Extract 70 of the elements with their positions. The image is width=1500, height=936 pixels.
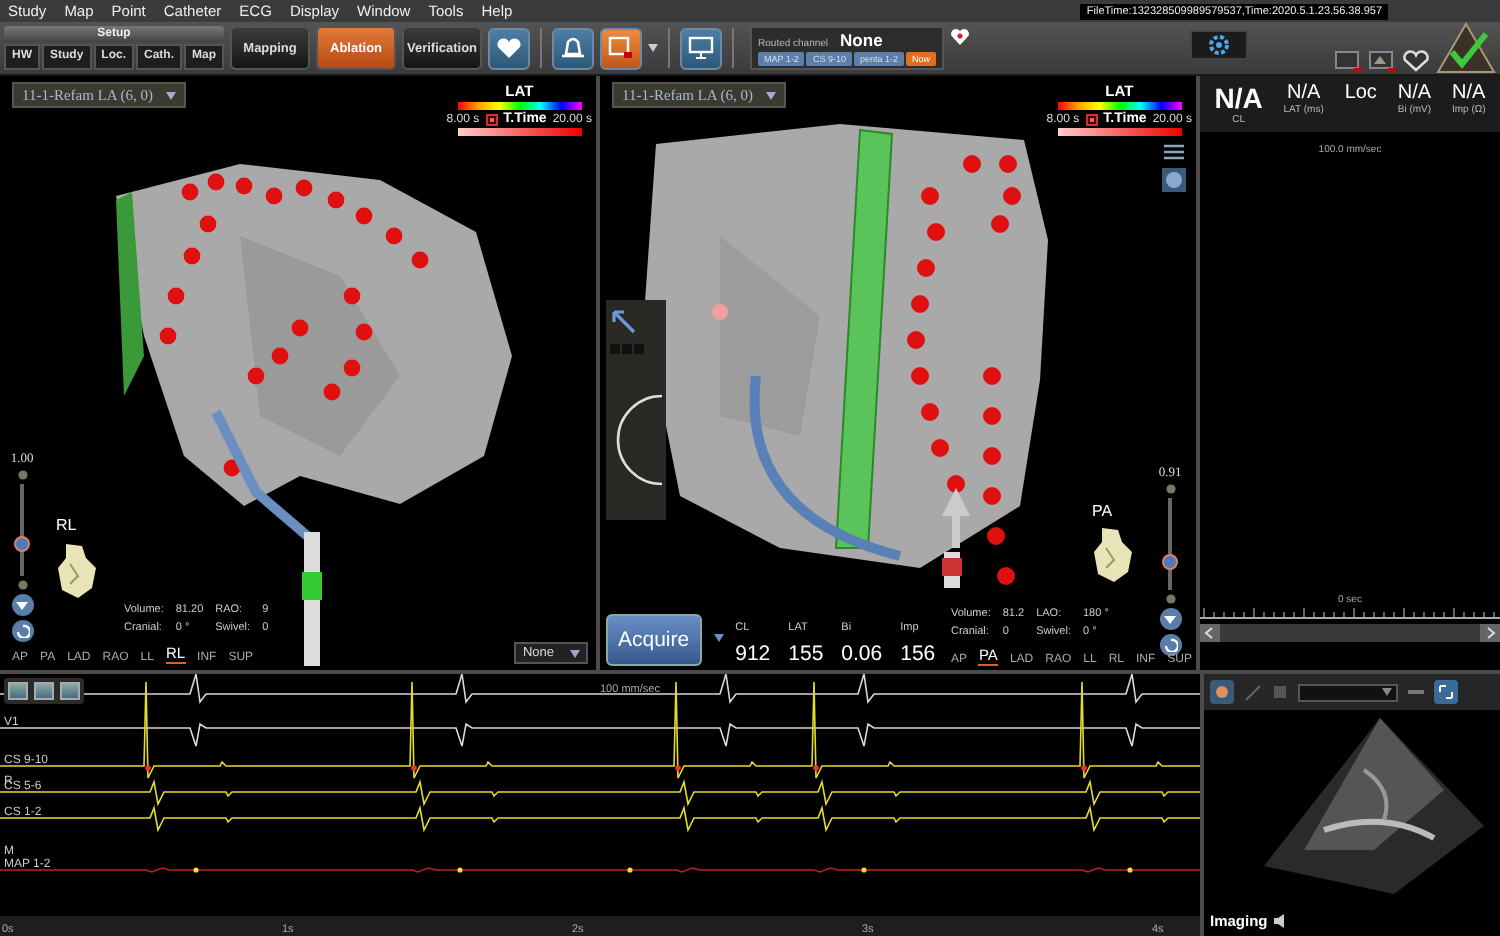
annotation-dot <box>1081 765 1087 771</box>
routed-channel-value: None <box>840 30 883 50</box>
acquire-button[interactable]: Acquire <box>606 614 702 666</box>
slider-thumb[interactable] <box>1162 554 1178 571</box>
settings-button[interactable] <box>1190 30 1248 60</box>
readout-value: N/A <box>1286 82 1321 104</box>
rotate-icon <box>15 624 29 638</box>
annotation-dot <box>1127 867 1133 873</box>
collapse-button[interactable] <box>11 594 33 616</box>
measurement-value: 156 <box>900 642 936 666</box>
bell-icon <box>560 36 587 60</box>
annotation-dot <box>861 867 867 873</box>
list-icon[interactable] <box>1162 144 1186 160</box>
time-scale-bar <box>1057 128 1182 136</box>
caret-icon[interactable] <box>648 44 659 52</box>
window-icon <box>608 36 635 60</box>
caret-icon <box>16 601 28 609</box>
caret-icon <box>570 649 580 657</box>
rotate-icon <box>1163 638 1177 652</box>
orientation-label: PA <box>1092 502 1113 520</box>
heart-icon <box>496 37 523 59</box>
annotation-dot <box>193 867 199 873</box>
settings-icon <box>1208 34 1230 56</box>
expand-icon[interactable] <box>1434 680 1458 704</box>
speaker-icon[interactable] <box>1273 914 1290 928</box>
globe-icon[interactable] <box>1162 168 1186 192</box>
imaging-dropdown[interactable] <box>1298 683 1398 701</box>
catheter-drawing <box>942 488 970 588</box>
annotation-dot <box>411 765 417 771</box>
rotate-button[interactable] <box>11 620 33 642</box>
annotation-dot <box>627 867 633 873</box>
checkbox-icon[interactable] <box>485 113 498 125</box>
checkmark-triangle-icon[interactable] <box>1436 22 1496 74</box>
color-scale-bar <box>457 102 582 110</box>
annotation-dot <box>813 765 819 771</box>
checkbox-icon[interactable] <box>1085 113 1098 125</box>
readout-value: N/A <box>1214 82 1263 114</box>
heart-icon[interactable] <box>1402 50 1430 74</box>
caret-icon[interactable] <box>713 633 724 641</box>
monitor-button[interactable] <box>680 27 723 69</box>
caret-icon <box>765 91 776 99</box>
caret-icon <box>165 91 176 99</box>
readout-value: N/A <box>1452 82 1486 104</box>
color-scale-bar <box>1057 102 1182 110</box>
rotate-button[interactable] <box>1159 634 1181 656</box>
measurement-value: 912 <box>735 642 771 666</box>
orientation-label: RL <box>56 516 77 534</box>
caret-icon <box>1382 688 1392 696</box>
monitor-icon[interactable] <box>1334 50 1362 74</box>
slider-thumb[interactable] <box>14 535 30 552</box>
measurement-value: 0.06 <box>841 642 883 666</box>
annotation-dot <box>675 765 681 771</box>
readout-value: N/A <box>1397 82 1432 104</box>
heart-button[interactable] <box>488 27 531 69</box>
collapse-button[interactable] <box>1159 608 1181 630</box>
pen-icon[interactable] <box>1242 682 1262 702</box>
readout-value: Loc <box>1344 82 1377 104</box>
monitor-icon[interactable] <box>1368 50 1396 74</box>
heart-icon <box>950 28 970 46</box>
probe-icon[interactable] <box>1210 680 1234 704</box>
measurement-value: 155 <box>788 642 824 666</box>
bell-button[interactable] <box>552 27 595 69</box>
record-button[interactable] <box>600 27 643 69</box>
heart-orientation-icon <box>54 540 98 600</box>
time-scale-bar <box>457 128 582 136</box>
annotation-dot <box>457 867 463 873</box>
heart-orientation-icon <box>1090 524 1134 584</box>
annotation-dot <box>145 765 151 771</box>
monitor-icon <box>688 36 715 60</box>
caret-icon <box>1164 615 1176 623</box>
